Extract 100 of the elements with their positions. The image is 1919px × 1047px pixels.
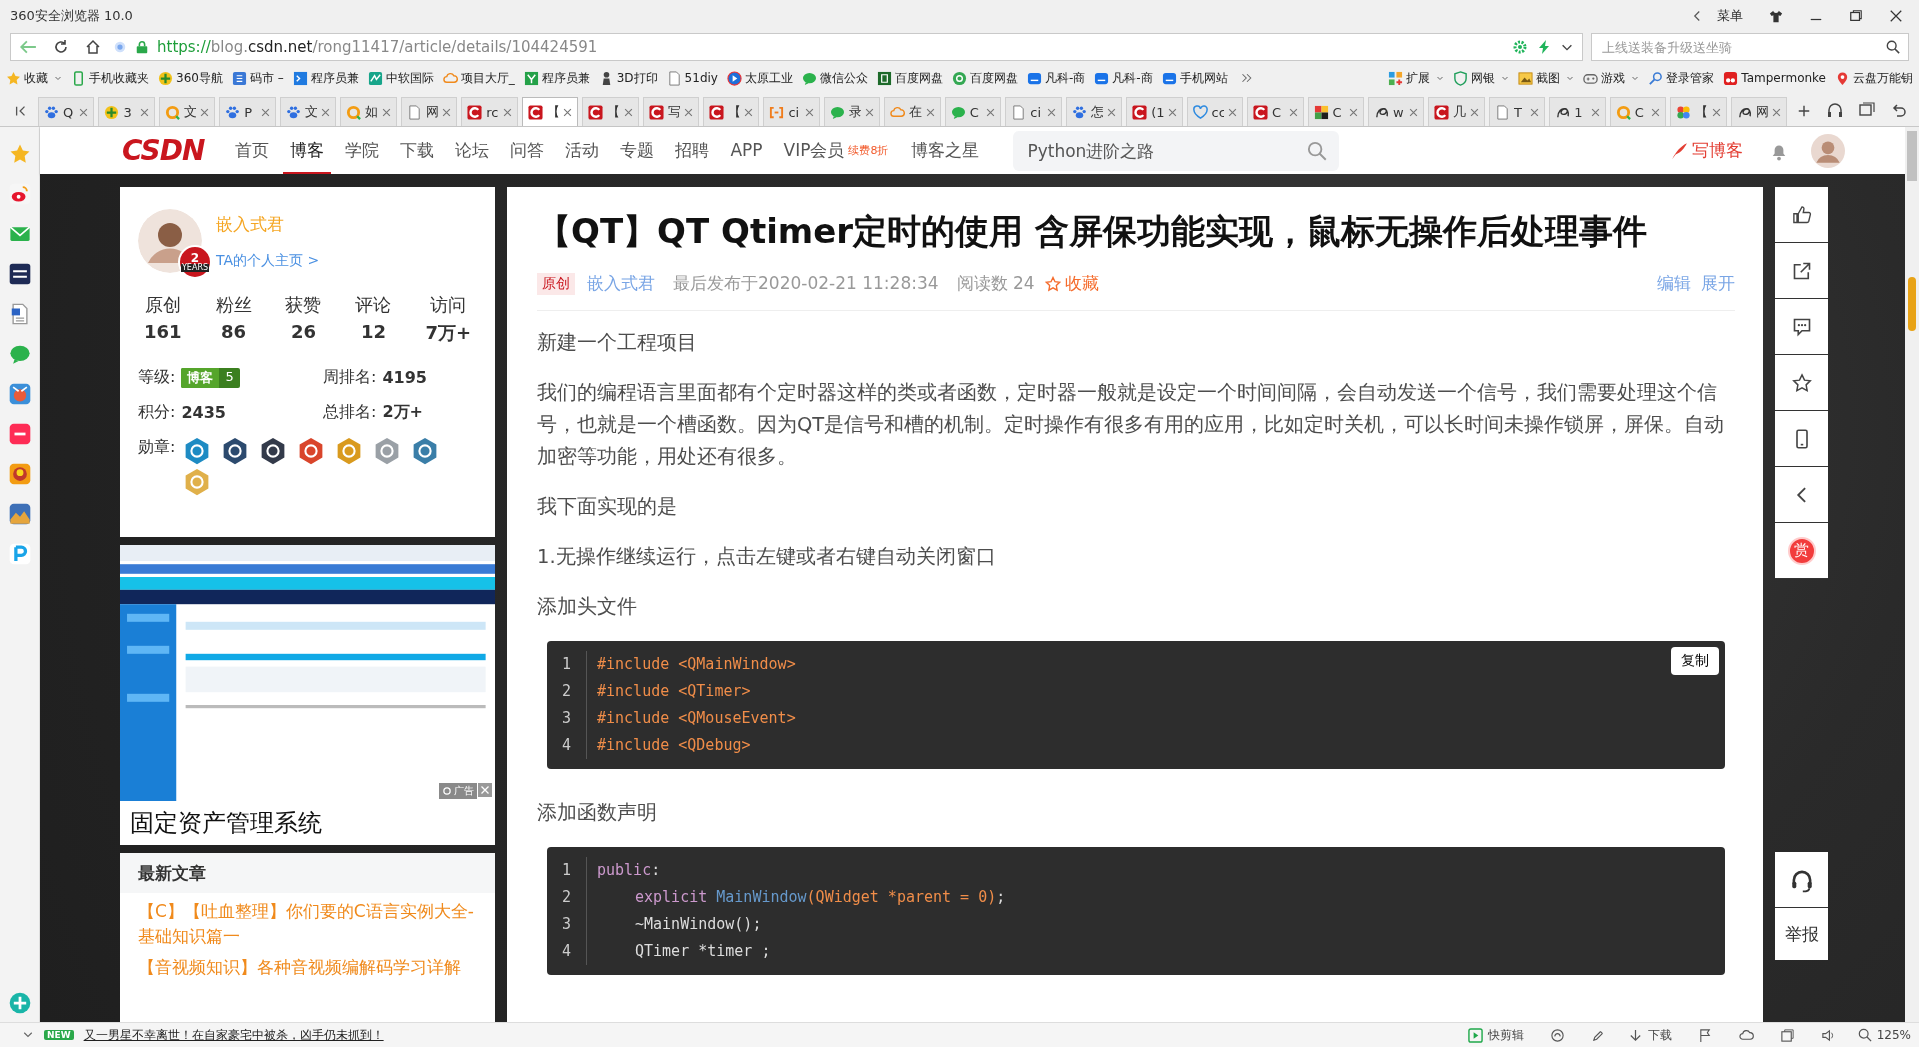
plus-circle-icon[interactable] bbox=[8, 992, 31, 1014]
nav-link[interactable]: 下载 bbox=[393, 126, 442, 175]
download-button[interactable]: 下载 bbox=[1627, 1026, 1672, 1044]
caret-icon[interactable] bbox=[1566, 74, 1575, 82]
home-icon[interactable] bbox=[85, 39, 101, 55]
browser-tab[interactable]: C bbox=[1609, 97, 1667, 126]
star-icon[interactable] bbox=[8, 143, 31, 165]
caret-icon[interactable] bbox=[1436, 74, 1445, 82]
browser-tab[interactable]: (1 bbox=[1126, 97, 1183, 126]
browser-tab[interactable]: C bbox=[1307, 97, 1364, 126]
browser-tab[interactable]: w bbox=[1367, 97, 1425, 126]
nav-link[interactable]: 博客之星 bbox=[904, 126, 987, 175]
bookmark[interactable]: 码市 – bbox=[231, 69, 284, 87]
nav-link[interactable]: 论坛 bbox=[448, 126, 497, 175]
browser-tab[interactable]: 几 bbox=[1428, 97, 1485, 126]
nav-link[interactable]: 招聘 bbox=[668, 126, 717, 175]
chat-icon[interactable] bbox=[8, 343, 31, 365]
browser-tab[interactable]: 写 bbox=[642, 97, 699, 126]
zoom-button[interactable]: 125% bbox=[1857, 1028, 1911, 1042]
caret-icon[interactable] bbox=[1631, 74, 1640, 82]
close-icon[interactable] bbox=[1889, 8, 1903, 23]
browser-tab[interactable]: 网 bbox=[1730, 97, 1788, 126]
browser-tab[interactable]: C bbox=[1247, 97, 1304, 126]
browser-tab[interactable]: Q bbox=[38, 97, 95, 126]
bookmark[interactable]: Tampermonke bbox=[1723, 70, 1826, 86]
browser-tab[interactable]: C bbox=[944, 97, 1002, 126]
caret-icon[interactable] bbox=[1501, 74, 1510, 82]
search-field[interactable]: 上线送装备升级送坐骑 bbox=[1591, 33, 1909, 61]
window-icon[interactable] bbox=[1779, 1027, 1795, 1043]
bookmark[interactable]: 微信公众 bbox=[801, 69, 868, 87]
bookmark[interactable]: 程序员兼 bbox=[292, 69, 359, 87]
browser-tab[interactable]: 【 bbox=[1670, 97, 1727, 126]
bookmark[interactable]: 凡科-商 bbox=[1094, 69, 1153, 87]
browser-tab[interactable]: 【 bbox=[703, 97, 760, 126]
bookmark[interactable]: 百度网盘 bbox=[951, 69, 1018, 87]
browser-tab[interactable]: 文 bbox=[158, 97, 216, 126]
bookmark[interactable]: 游戏 bbox=[1583, 69, 1640, 87]
address-field[interactable]: https://blog.csdn.net/rong11417/article/details/104424591 bbox=[10, 33, 1583, 61]
bookmark[interactable]: 网银 bbox=[1453, 69, 1510, 87]
news-link[interactable]: 又一男星不幸离世！在自家豪宅中被杀，凶手仍未抓到！ bbox=[83, 1026, 384, 1044]
bookmark[interactable]: 3D打印 bbox=[598, 69, 658, 87]
search-icon[interactable] bbox=[1886, 40, 1900, 54]
bookmark[interactable]: 登录管家 bbox=[1648, 69, 1715, 87]
bookmark[interactable]: 凡科-商 bbox=[1026, 69, 1086, 87]
bookmark[interactable]: 扩展 bbox=[1388, 69, 1445, 87]
browser-tab[interactable]: T bbox=[1488, 97, 1546, 126]
report-link[interactable]: 举报 bbox=[1775, 908, 1828, 960]
bookmark[interactable]: 百度网盘 bbox=[876, 69, 943, 87]
copy-button[interactable]: 复制 bbox=[1671, 647, 1719, 675]
speaker-icon[interactable] bbox=[1820, 1027, 1836, 1043]
bookmark[interactable]: 项目大厅_ bbox=[442, 69, 515, 87]
more-icon[interactable] bbox=[1240, 72, 1253, 84]
search-input[interactable]: 上线送装备升级送坐骑 bbox=[1600, 34, 1886, 60]
cloud-icon[interactable] bbox=[1738, 1027, 1754, 1043]
tool-button[interactable]: 赏 bbox=[1775, 523, 1828, 579]
avatar-icon[interactable] bbox=[1811, 133, 1845, 168]
lightning-icon[interactable] bbox=[1536, 39, 1552, 55]
browser-tab[interactable]: 文 bbox=[279, 97, 337, 126]
browser-tab[interactable]: ci bbox=[763, 97, 820, 126]
browser-tab[interactable]: 【 bbox=[521, 97, 579, 126]
browser-tab[interactable]: P bbox=[219, 97, 276, 126]
bookmark[interactable]: 程序员兼 bbox=[523, 69, 590, 87]
shirt-icon[interactable] bbox=[1769, 8, 1783, 23]
swirl-icon[interactable] bbox=[1549, 1027, 1565, 1043]
nav-link[interactable]: 首页 bbox=[228, 126, 277, 175]
bookmark[interactable]: 太原工业 bbox=[726, 69, 793, 87]
ad-title[interactable]: 固定资产管理系统 bbox=[120, 801, 332, 845]
scroll-thumb[interactable] bbox=[1907, 131, 1917, 181]
write-blog-link[interactable]: 写博客 bbox=[1670, 139, 1743, 162]
flag-icon[interactable] bbox=[1697, 1027, 1713, 1043]
browser-tab[interactable]: 怎 bbox=[1065, 97, 1123, 126]
browser-tab[interactable]: 1 bbox=[1549, 97, 1606, 126]
new-tab-icon[interactable] bbox=[1797, 104, 1812, 118]
bookmark[interactable]: 截图 bbox=[1518, 69, 1575, 87]
bookmark[interactable]: 中软国际 bbox=[367, 69, 434, 87]
clip-button[interactable]: 快剪辑 bbox=[1467, 1026, 1524, 1044]
collapse-icon[interactable] bbox=[14, 104, 28, 118]
headphones-icon[interactable] bbox=[1827, 102, 1844, 118]
gear-icon[interactable] bbox=[1512, 39, 1528, 55]
browser-tab[interactable]: 在 bbox=[884, 97, 941, 126]
browser-tab[interactable]: rc bbox=[461, 97, 518, 126]
browser-tab[interactable]: 3 bbox=[98, 97, 155, 126]
nav-link[interactable]: 活动 bbox=[558, 126, 607, 175]
undo-icon[interactable] bbox=[1891, 102, 1908, 118]
maximize-icon[interactable] bbox=[1849, 8, 1863, 23]
browser-tab[interactable]: 如 bbox=[340, 97, 397, 126]
window-list-icon[interactable] bbox=[1859, 102, 1876, 118]
browser-tab[interactable]: 录 bbox=[823, 97, 881, 126]
app-icon[interactable] bbox=[8, 263, 31, 285]
bookmark[interactable]: 360导航 bbox=[158, 69, 223, 87]
browser-tab[interactable]: ci bbox=[1005, 97, 1062, 126]
bookmark[interactable]: 收藏 bbox=[6, 69, 62, 87]
site-logo[interactable]: CSDN bbox=[122, 134, 205, 167]
browser-tab[interactable]: 网 bbox=[400, 97, 458, 126]
menu-button[interactable]: 菜单 bbox=[1717, 6, 1743, 25]
nav-link[interactable]: 问答 bbox=[503, 126, 552, 175]
nav-link[interactable]: APP bbox=[723, 128, 770, 173]
caret-icon[interactable] bbox=[54, 74, 62, 82]
bookmark[interactable]: 51diy bbox=[666, 70, 718, 86]
nav-link[interactable]: 专题 bbox=[613, 126, 662, 175]
